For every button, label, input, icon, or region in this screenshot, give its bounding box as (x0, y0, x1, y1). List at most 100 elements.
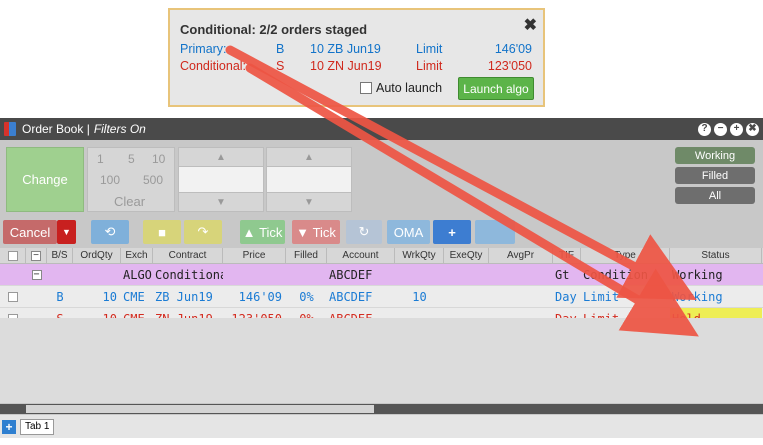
col-status[interactable]: Status (670, 248, 762, 263)
filters-status: Filters On (93, 122, 146, 136)
col-exch[interactable]: Exch (121, 248, 153, 263)
cell-type: Condition (583, 267, 649, 282)
tick-down-button[interactable]: ▼ Tick (292, 220, 340, 244)
conditional-contract: 10 ZN Jun19 (310, 59, 382, 73)
cell-filled (286, 264, 327, 285)
cell-type: Limit (583, 289, 620, 304)
price-input[interactable] (179, 166, 263, 193)
add-tab-button[interactable]: + (2, 419, 16, 434)
arrow-up-icon[interactable]: ▲ (179, 148, 263, 166)
tick-down-label: Tick (312, 224, 336, 240)
cell-contract: Conditiona (155, 267, 223, 282)
qty-500-button[interactable]: 500 (143, 173, 163, 187)
oma-button[interactable]: OMA (387, 220, 430, 244)
cancel-button[interactable]: Cancel (3, 220, 57, 244)
cell-status: Working (672, 267, 723, 282)
quantity-panel: 1 5 10 100 500 Clear (87, 147, 175, 212)
change-button[interactable]: Change (6, 147, 84, 212)
filled-filter-button[interactable]: Filled (675, 167, 755, 184)
qty-input[interactable] (267, 166, 351, 193)
cancel-dropdown-icon[interactable]: ▼ (57, 220, 76, 244)
all-filter-button[interactable]: All (675, 187, 755, 204)
history-icon[interactable]: ⟲ (91, 220, 129, 244)
col-avgpr[interactable]: AvgPr (489, 248, 553, 263)
table-row[interactable]: B 10 CME ZB Jun19 146'09 0% ABCDEF 10 Da… (0, 286, 763, 308)
row-select[interactable] (0, 286, 26, 307)
more-options-button[interactable] (475, 220, 515, 244)
primary-contract: 10 ZB Jun19 (310, 42, 381, 56)
cell-wrkqty (395, 264, 444, 285)
row-select[interactable] (0, 264, 26, 285)
close-window-icon[interactable]: ✖ (746, 122, 759, 136)
cell-bs: B (56, 289, 64, 304)
window-controls: ? − + ✖ (698, 122, 759, 136)
qty-5-button[interactable]: 5 (128, 152, 135, 166)
help-icon[interactable]: ? (698, 122, 711, 136)
row-expand (26, 286, 47, 307)
add-button[interactable]: + (433, 220, 471, 244)
primary-type: Limit (416, 42, 443, 56)
row-checkbox[interactable] (8, 291, 18, 302)
primary-price: 146'09 (494, 42, 532, 56)
col-price[interactable]: Price (223, 248, 286, 263)
header-expand[interactable]: − (26, 248, 47, 263)
cell-exch: ALGO (123, 267, 152, 282)
arrow-down-icon[interactable]: ▼ (267, 193, 351, 211)
table-row[interactable]: − ALGO Conditiona ABCDEF Gt Condition Wo… (0, 264, 763, 286)
col-type[interactable]: Type (581, 248, 670, 263)
col-exeqty[interactable]: ExeQty (444, 248, 489, 263)
tab-1[interactable]: Tab 1 (20, 418, 55, 435)
title-bar: Order Book | Filters On ? − + ✖ (0, 118, 763, 140)
working-filter-button[interactable]: Working (675, 147, 755, 164)
cell-account: ABCDEF (329, 289, 373, 304)
arrow-up-icon[interactable]: ▲ (267, 148, 351, 166)
qty-10-button[interactable]: 10 (152, 152, 165, 166)
cell-exeqty (444, 286, 489, 307)
collapse-icon[interactable]: − (31, 269, 42, 280)
scrollbar-thumb[interactable] (26, 405, 374, 413)
close-icon[interactable]: ✖ (524, 15, 537, 35)
grid-empty-area (0, 318, 763, 403)
header-select[interactable] (0, 248, 26, 263)
clear-button[interactable]: Clear (114, 194, 145, 209)
stop-icon[interactable]: ■ (143, 220, 181, 244)
price-arrow-panel: ▲ ▼ (178, 147, 264, 212)
arrow-down-icon[interactable]: ▼ (179, 193, 263, 211)
primary-label: Primary: (180, 42, 227, 56)
col-wrkqty[interactable]: WrkQty (395, 248, 444, 263)
tick-down-icon: ▼ (296, 224, 309, 240)
qty-1-button[interactable]: 1 (97, 152, 104, 166)
col-bs[interactable]: B/S (47, 248, 73, 263)
collapse-icon[interactable]: − (31, 250, 41, 261)
tick-up-button[interactable]: ▲ Tick (240, 220, 285, 244)
maximize-icon[interactable]: + (730, 122, 743, 136)
tab-bar: + Tab 1 (0, 415, 763, 438)
tick-up-label: Tick (259, 224, 283, 240)
col-ordqty[interactable]: OrdQty (73, 248, 121, 263)
cell-status: Working (672, 289, 723, 304)
cell-price: 146'09 (238, 289, 282, 304)
launch-algo-button[interactable]: Launch algo (458, 77, 534, 100)
order-book-window: Order Book | Filters On ? − + ✖ Change 1… (0, 118, 763, 438)
qty-arrow-panel: ▲ ▼ (266, 147, 352, 212)
row-expand[interactable]: − (26, 264, 47, 285)
col-account[interactable]: Account (327, 248, 395, 263)
refresh-icon[interactable]: ↻ (346, 220, 382, 244)
col-filled[interactable]: Filled (286, 248, 327, 263)
cell-contract: ZB Jun19 (155, 289, 213, 304)
conditional-type: Limit (416, 59, 443, 73)
order-book-icon (4, 122, 16, 136)
popup-title: Conditional: 2/2 orders staged (180, 22, 368, 37)
redo-icon[interactable]: ↷ (184, 220, 222, 244)
conditional-order-row: Conditional: S 10 ZN Jun19 Limit 123'050 (180, 59, 532, 73)
auto-launch-checkbox[interactable] (360, 82, 372, 94)
col-tif[interactable]: TIF (553, 248, 581, 263)
cell-avgpr (489, 286, 553, 307)
qty-100-button[interactable]: 100 (100, 173, 120, 187)
minimize-icon[interactable]: − (714, 122, 727, 136)
select-all-checkbox[interactable] (7, 250, 18, 261)
auto-launch-option[interactable]: Auto launch (360, 81, 442, 95)
conditional-label: Conditional: (180, 59, 247, 73)
horizontal-scrollbar[interactable] (0, 404, 763, 414)
col-contract[interactable]: Contract (153, 248, 223, 263)
